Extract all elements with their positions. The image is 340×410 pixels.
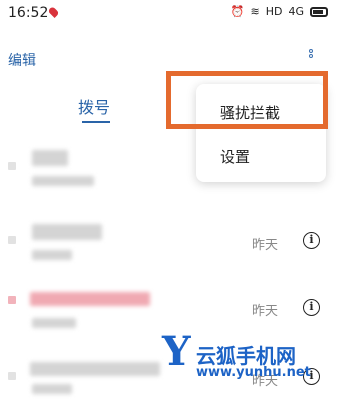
contact-detail-blurred: [32, 250, 72, 260]
contact-name-blurred: [30, 292, 150, 306]
status-time: 16:52: [8, 5, 49, 21]
more-options-icon[interactable]: [304, 48, 318, 68]
watermark-logo: Y: [162, 328, 191, 375]
location-icon: [47, 5, 60, 19]
battery-icon: [310, 6, 328, 17]
network-label: HD: [265, 5, 283, 18]
call-log-row[interactable]: 昨天 i: [0, 214, 340, 274]
watermark-url: www.yunhu.net: [196, 365, 311, 380]
call-type-marker: [8, 162, 16, 170]
edit-button[interactable]: 编辑: [8, 50, 36, 70]
contact-name-blurred: [32, 224, 102, 240]
wifi-icon: ≋: [250, 5, 260, 18]
contact-detail-blurred: [32, 384, 72, 394]
contact-detail-blurred: [32, 176, 94, 186]
call-date: 昨天: [252, 238, 279, 253]
tab-indicator: [82, 121, 110, 123]
call-type-marker: [8, 296, 16, 304]
status-icons: ⏰ ≋ HD 4G: [231, 5, 328, 18]
tab-dial[interactable]: 拨号: [78, 94, 110, 118]
info-icon[interactable]: i: [303, 299, 320, 316]
signal-label: 4G: [288, 5, 304, 18]
call-type-marker: [8, 236, 16, 244]
highlight-annotation: [166, 71, 328, 129]
contact-name-blurred: [30, 362, 160, 376]
status-bar: 16:52 ⏰ ≋ HD 4G: [0, 0, 340, 26]
menu-item-settings[interactable]: 设置: [220, 146, 250, 167]
call-date: 昨天: [252, 304, 279, 319]
contact-name-blurred: [32, 150, 68, 166]
alarm-icon: ⏰: [230, 5, 245, 18]
contact-detail-blurred: [32, 318, 76, 328]
info-icon[interactable]: i: [303, 232, 320, 249]
call-type-marker: [8, 372, 16, 380]
